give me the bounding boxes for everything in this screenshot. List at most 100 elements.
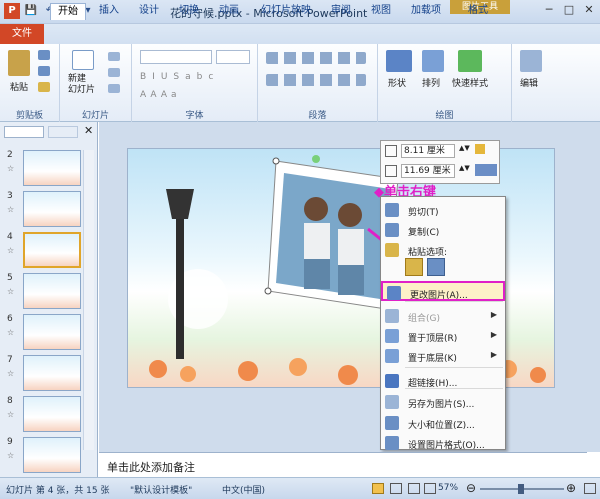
- tab-insert[interactable]: 插入: [92, 3, 126, 20]
- quick-styles-label: 快速样式: [452, 79, 489, 89]
- language-indicator[interactable]: 中文(中国): [222, 483, 265, 496]
- theme-name[interactable]: "默认设计模板": [130, 483, 192, 496]
- menu-item[interactable]: 设置图片格式(O)...: [381, 433, 505, 453]
- tab-animations[interactable]: 动画: [212, 3, 246, 20]
- paste-options: [405, 258, 449, 278]
- menu-item[interactable]: 剪切(T): [381, 200, 505, 220]
- height-input[interactable]: 8.11 厘米: [401, 144, 455, 158]
- slide-thumbnail[interactable]: 5 ☆: [5, 273, 93, 311]
- cut-icon[interactable]: [38, 50, 50, 60]
- slide-thumbnail-image[interactable]: [23, 355, 81, 391]
- width-spinner[interactable]: ▲▼: [459, 164, 470, 172]
- reset-icon[interactable]: [108, 68, 120, 77]
- slide-number: 9: [7, 437, 13, 447]
- slide-thumbnail-image[interactable]: [23, 314, 81, 350]
- resize-handle[interactable]: [264, 287, 272, 295]
- tab-format[interactable]: 格式: [456, 3, 500, 20]
- picture-style-icon[interactable]: [475, 164, 497, 176]
- tab-transitions[interactable]: 切换: [172, 3, 206, 20]
- tab-slideshow[interactable]: 幻灯片放映: [254, 3, 318, 20]
- slide-thumbnail[interactable]: 7 ☆: [5, 355, 93, 393]
- font-name-input[interactable]: [140, 50, 212, 64]
- maximize-button[interactable]: □: [560, 2, 578, 18]
- format-painter-icon[interactable]: [38, 82, 50, 92]
- crop-icon[interactable]: [475, 144, 485, 154]
- menu-item-label: 复制(C): [408, 228, 440, 238]
- tab-addins[interactable]: 加载项: [404, 3, 448, 20]
- list-buttons[interactable]: [266, 52, 366, 64]
- reading-view-icon[interactable]: [408, 483, 420, 494]
- zoom-out-icon[interactable]: ⊖: [466, 481, 476, 495]
- menu-item[interactable]: 组合(G) ▶: [381, 306, 505, 326]
- slide-thumbnail-image[interactable]: [23, 273, 81, 309]
- slides-scrollbar[interactable]: [83, 150, 94, 450]
- save-picture-icon: [385, 395, 399, 409]
- tab-file[interactable]: 文件: [0, 24, 44, 44]
- layout-icon[interactable]: [108, 52, 120, 61]
- close-button[interactable]: ✕: [580, 2, 598, 18]
- slide-thumbnail[interactable]: 8 ☆: [5, 396, 93, 434]
- slide-thumbnail-image[interactable]: [23, 396, 81, 432]
- copy-icon[interactable]: [38, 66, 50, 76]
- fit-window-icon[interactable]: [584, 483, 596, 494]
- save-icon[interactable]: 💾: [23, 3, 39, 19]
- height-spinner[interactable]: ▲▼: [459, 144, 470, 152]
- new-slide-icon[interactable]: [72, 50, 94, 70]
- menu-item[interactable]: 置于底层(K) ▶: [381, 346, 505, 366]
- group-icon: [385, 309, 399, 323]
- slide-thumbnail-image[interactable]: [23, 437, 81, 473]
- new-slide-label[interactable]: 新建 幻灯片: [68, 74, 95, 96]
- paste-keep-format-icon[interactable]: [405, 258, 423, 276]
- slideshow-view-icon[interactable]: [424, 483, 436, 494]
- menu-item[interactable]: 粘贴选项:: [381, 240, 505, 260]
- quick-styles-icon[interactable]: [458, 50, 482, 72]
- align-buttons[interactable]: [266, 74, 366, 86]
- slides-tab[interactable]: [4, 126, 44, 138]
- tab-view[interactable]: 视图: [364, 3, 398, 20]
- group-label-slides: 幻灯片: [81, 111, 109, 121]
- slide-thumbnail-image[interactable]: [23, 191, 81, 227]
- minimize-button[interactable]: ─: [540, 2, 558, 18]
- shapes-icon[interactable]: [386, 50, 412, 72]
- app-logo-icon[interactable]: P: [4, 3, 20, 19]
- normal-view-icon[interactable]: [372, 483, 384, 494]
- menu-item[interactable]: 复制(C): [381, 220, 505, 240]
- zoom-in-icon[interactable]: ⊕: [566, 481, 576, 495]
- slide-thumbnail-image[interactable]: [23, 150, 81, 186]
- font-size-input[interactable]: [216, 50, 250, 64]
- group-label-drawing: 绘图: [435, 111, 454, 121]
- group-font: BIUSabc AAAa 字体: [132, 44, 258, 122]
- slide-thumbnail[interactable]: 6 ☆: [5, 314, 93, 352]
- arrange-icon[interactable]: [422, 50, 444, 72]
- outline-tab[interactable]: [48, 126, 78, 138]
- notes-placeholder[interactable]: 单击此处添加备注: [107, 459, 195, 475]
- tab-review[interactable]: 审阅: [324, 3, 358, 20]
- slide-thumbnail[interactable]: 2 ☆: [5, 150, 93, 188]
- editing-label[interactable]: 编辑: [520, 76, 538, 89]
- menu-item-label: 组合(G): [408, 314, 440, 324]
- menu-item[interactable]: 大小和位置(Z)...: [381, 413, 505, 433]
- paste-icon[interactable]: [8, 50, 30, 76]
- font-effect-buttons[interactable]: AAAa: [140, 90, 181, 100]
- menu-item[interactable]: 另存为图片(S)...: [381, 392, 505, 412]
- section-icon[interactable]: [108, 84, 120, 93]
- slide-thumbnail[interactable]: 4 ☆: [5, 232, 93, 270]
- tab-home[interactable]: 开始: [50, 3, 86, 20]
- slide-thumbnail[interactable]: 3 ☆: [5, 191, 93, 229]
- font-format-buttons[interactable]: BIUSabc: [140, 72, 219, 82]
- width-input[interactable]: 11.69 厘米: [401, 164, 455, 178]
- rotate-handle[interactable]: [312, 155, 320, 163]
- find-icon[interactable]: [520, 50, 542, 72]
- tab-design[interactable]: 设计: [132, 3, 166, 20]
- menu-item[interactable]: 置于顶层(R) ▶: [381, 326, 505, 346]
- paste-picture-icon[interactable]: [427, 258, 445, 276]
- slide-thumbnail[interactable]: 9 ☆: [5, 437, 93, 475]
- sorter-view-icon[interactable]: [390, 483, 402, 494]
- menu-item[interactable]: 更改图片(A)...: [381, 281, 505, 301]
- menu-item-label: 置于底层(K): [408, 354, 457, 364]
- zoom-level[interactable]: 57%: [438, 483, 458, 493]
- slide-thumbnail-image[interactable]: [23, 232, 81, 268]
- zoom-thumb[interactable]: [518, 484, 524, 494]
- resize-handle[interactable]: [272, 157, 280, 165]
- close-pane-icon[interactable]: ✕: [84, 124, 93, 137]
